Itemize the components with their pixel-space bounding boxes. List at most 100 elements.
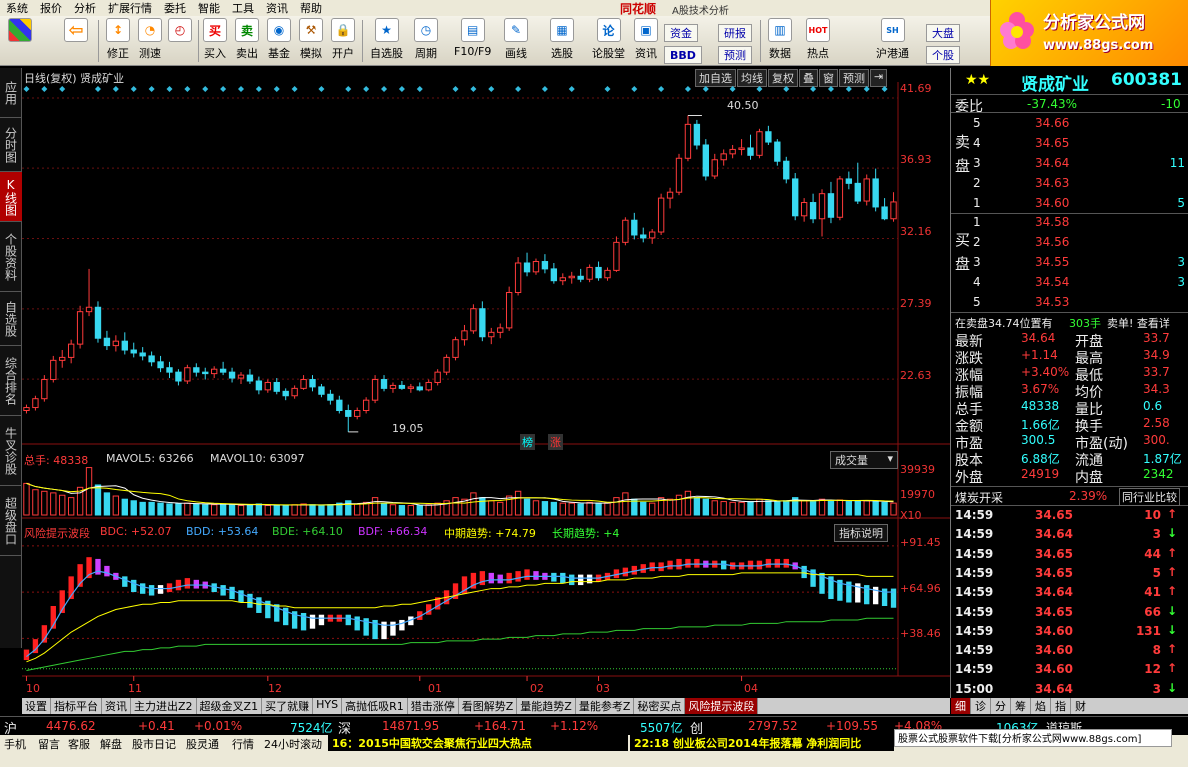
- tab-settings[interactable]: 设置: [22, 698, 51, 714]
- status-quotes[interactable]: 行情: [232, 736, 254, 752]
- menu-help[interactable]: 帮助: [294, 0, 328, 16]
- tab-golden-cross[interactable]: 超级金叉Z1: [197, 698, 263, 714]
- watchlist-button[interactable]: ★ 自选股: [370, 18, 403, 64]
- news-button[interactable]: ▣ 资讯: [634, 18, 658, 64]
- industry-compare-button[interactable]: 同行业比较: [1119, 488, 1180, 506]
- sell-level-row[interactable]: 4 34.65: [951, 135, 1188, 154]
- tab-flame[interactable]: 焰: [1030, 698, 1050, 714]
- tab-volume-ref[interactable]: 量能参考Z: [576, 698, 635, 714]
- buy-level-row[interactable]: 2 34.56: [951, 234, 1188, 253]
- tab-detail[interactable]: 细: [951, 698, 970, 714]
- hot-button[interactable]: HOT 热点: [806, 18, 830, 64]
- hk-connect-button[interactable]: SH 沪港通: [876, 18, 909, 64]
- status-mobile[interactable]: 手机: [4, 736, 26, 752]
- tab-chips[interactable]: 筹: [1010, 698, 1030, 714]
- tab-stock-info[interactable]: 个股资料: [0, 222, 22, 292]
- buy-level-row[interactable]: 4 34.54 3: [951, 274, 1188, 293]
- tab-chart-read[interactable]: 看图解势Z: [459, 698, 518, 714]
- sell-level-row[interactable]: 5 34.66: [951, 115, 1188, 134]
- fund-button[interactable]: ◉ 基金: [267, 18, 291, 64]
- sell-level-row[interactable]: 3 34.64 11: [951, 155, 1188, 174]
- news-ticker-2[interactable]: 22:18 创业板公司2014年报落幕 净利润同比: [630, 735, 894, 751]
- volume-bar: [112, 495, 120, 516]
- market-dropdown[interactable]: 大盘: [926, 24, 960, 42]
- status-message[interactable]: 留言: [38, 736, 60, 752]
- flower-logo-icon: [1000, 12, 1034, 49]
- menu-trade[interactable]: 委托: [158, 0, 192, 16]
- tab-ranking[interactable]: 综合排名: [0, 346, 22, 416]
- menu-analysis[interactable]: 分析: [68, 0, 102, 16]
- forum-button[interactable]: 论论股堂: [592, 18, 625, 64]
- volume-bar: [666, 498, 674, 516]
- menu-info[interactable]: 资讯: [260, 0, 294, 16]
- tab-volume-trend[interactable]: 量能趋势Z: [517, 698, 576, 714]
- fund-flow-button[interactable]: 资金: [664, 24, 698, 42]
- tab-kline[interactable]: K线图: [0, 172, 22, 222]
- simulate-button[interactable]: ⚒ 模拟: [299, 18, 323, 64]
- stock-dropdown[interactable]: 个股: [926, 46, 960, 64]
- menu-tools[interactable]: 工具: [226, 0, 260, 16]
- tab-apps[interactable]: 应用: [0, 68, 22, 118]
- forecast-button[interactable]: 预测: [718, 46, 752, 64]
- status-lingtong[interactable]: 股灵通: [186, 736, 219, 752]
- tab-watchlist[interactable]: 自选股: [0, 292, 22, 346]
- f10-button[interactable]: ▤ F10/F9: [454, 18, 491, 64]
- draw-line-button[interactable]: ✎ 画线: [504, 18, 528, 64]
- data-button[interactable]: ▥ 数据: [768, 18, 792, 64]
- indicator-explain-button[interactable]: 指标说明: [834, 524, 888, 542]
- tab-diagnose[interactable]: 牛叉诊股: [0, 416, 22, 486]
- tab-hys[interactable]: HYS: [313, 698, 343, 714]
- news-ticker-1[interactable]: 16：2015中国软交会聚焦行业四大热点: [328, 735, 628, 751]
- menu-ext-quote[interactable]: 扩展行情: [102, 0, 158, 16]
- tab-intraday[interactable]: 分时图: [0, 118, 22, 172]
- notice-row[interactable]: 在卖盘34.74位置有 303手 卖单! 查看详: [951, 312, 1188, 331]
- tick-volume: 12: [1144, 662, 1161, 677]
- limit-up-tag[interactable]: 涨: [548, 434, 563, 450]
- tab-buy-earn[interactable]: 买了就赚: [262, 698, 314, 714]
- indicator-selector[interactable]: 成交量 ▾: [830, 451, 898, 469]
- status-24h[interactable]: 24小时滚动: [264, 736, 322, 752]
- notice-link[interactable]: 卖单! 查看详: [1107, 315, 1170, 331]
- status-service[interactable]: 客服: [68, 736, 90, 752]
- tab-high-low[interactable]: 高抛低吸R1: [342, 698, 408, 714]
- status-commentary[interactable]: 解盘: [100, 736, 122, 752]
- tab-split[interactable]: 分: [990, 698, 1010, 714]
- speedometer-button[interactable]: ◴: [168, 18, 192, 64]
- buy-level-row[interactable]: 1 34.58: [951, 214, 1188, 233]
- rank-tag[interactable]: 榜: [520, 434, 535, 450]
- sell-level-row[interactable]: 2 34.63: [951, 175, 1188, 194]
- stock-select-button[interactable]: ▦ 选股: [550, 18, 574, 64]
- ad-banner[interactable]: 股票公式股票软件下载[分析家公式网www.88gs.com]: [894, 729, 1172, 747]
- tab-finance[interactable]: 财: [1070, 698, 1090, 714]
- candle-body: [541, 261, 549, 270]
- sell-level-row[interactable]: 1 34.60 5: [951, 195, 1188, 214]
- menu-smart[interactable]: 智能: [192, 0, 226, 16]
- layout-button[interactable]: [8, 18, 32, 64]
- tab-diagnose-mini[interactable]: 诊: [970, 698, 990, 714]
- bbd-button[interactable]: BBD: [664, 46, 702, 64]
- menu-quote[interactable]: 报价: [34, 0, 68, 16]
- tab-limit-hunt[interactable]: 猎击涨停: [408, 698, 459, 714]
- tab-super-panel[interactable]: 超级盘口: [0, 486, 22, 556]
- period-button[interactable]: ◷ 周期: [414, 18, 438, 64]
- tab-info[interactable]: 资讯: [102, 698, 131, 714]
- tab-main-flow[interactable]: 主力进出Z2: [131, 698, 197, 714]
- back-button[interactable]: ⇦: [64, 18, 88, 64]
- chart-area[interactable]: 日线(复权) 贤成矿业 加自选 均线 复权 叠 窗 预测 ⇥ 41.69 36.…: [22, 68, 950, 698]
- buy-level-row[interactable]: 5 34.53: [951, 294, 1188, 313]
- sell-button[interactable]: 卖卖出: [235, 18, 259, 64]
- industry-name[interactable]: 煤炭开采: [955, 489, 1003, 506]
- open-account-button[interactable]: 🔒 开户: [331, 18, 355, 64]
- research-report-button[interactable]: 研报: [718, 24, 752, 42]
- menu-system[interactable]: 系统: [0, 0, 34, 16]
- speed-test-button[interactable]: ◔ 测速: [138, 18, 162, 64]
- tab-secret-buy[interactable]: 秘密买点: [634, 698, 686, 714]
- tab-indicator-platform[interactable]: 指标平台: [51, 698, 102, 714]
- star-icon: ★: [374, 18, 399, 42]
- buy-button[interactable]: 买买入: [203, 18, 227, 64]
- tab-risk-band[interactable]: 风险提示波段: [685, 698, 759, 714]
- tab-index[interactable]: 指: [1050, 698, 1070, 714]
- buy-level-row[interactable]: 3 34.55 3: [951, 254, 1188, 273]
- fix-button[interactable]: ↕ 修正: [106, 18, 130, 64]
- status-diary[interactable]: 股市日记: [132, 736, 176, 752]
